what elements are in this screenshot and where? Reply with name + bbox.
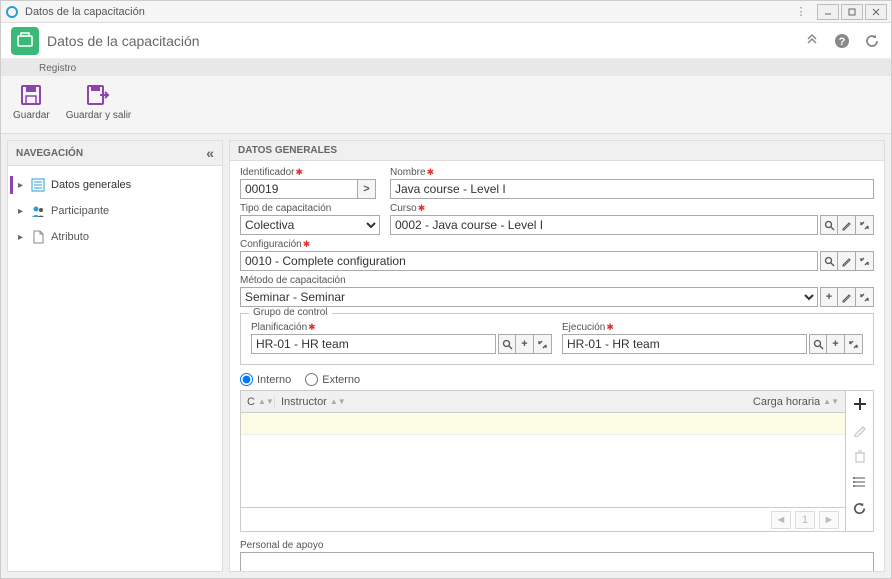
metodo-add-button[interactable]: + <box>820 287 838 307</box>
planif-label: Planificación✱ <box>251 322 552 333</box>
identificador-lookup-button[interactable]: > <box>358 179 376 199</box>
form-icon <box>31 178 45 192</box>
tipo-label: Tipo de capacitación <box>240 203 380 214</box>
page-header: Datos de la capacitación ? <box>1 23 891 59</box>
nombre-input[interactable] <box>390 179 874 199</box>
save-icon <box>18 82 44 108</box>
window-menu-icon[interactable]: ⋮ <box>793 5 809 18</box>
pager-page: 1 <box>795 511 815 529</box>
col-instructor[interactable]: Instructor▲▼ <box>275 396 739 408</box>
planif-input[interactable] <box>251 334 496 354</box>
metodo-select[interactable]: Seminar - Seminar <box>240 287 818 307</box>
table-pager: ◄ 1 ► <box>241 507 845 531</box>
minimize-button[interactable] <box>817 4 839 20</box>
config-search-button[interactable] <box>820 251 838 271</box>
grupo-control-fieldset: Grupo de control Planificación✱ + <box>240 313 874 365</box>
nav-label: Datos generales <box>51 179 131 191</box>
window-title: Datos de la capacitación <box>25 6 793 18</box>
instructor-table: C▲▼ Instructor▲▼ Carga horaria▲▼ ◄ 1 ► <box>240 390 874 532</box>
curso-edit-button[interactable] <box>838 215 856 235</box>
nav-item-participante[interactable]: ▸ Participante <box>8 198 222 224</box>
bullet-icon: ▸ <box>18 180 23 191</box>
ejec-add-button[interactable]: + <box>827 334 845 354</box>
table-delete-button[interactable] <box>851 447 869 465</box>
curso-expand-button[interactable] <box>856 215 874 235</box>
curso-label: Curso✱ <box>390 203 874 214</box>
nav-item-datos-generales[interactable]: ▸ Datos generales <box>8 172 222 198</box>
table-refresh-button[interactable] <box>851 499 869 517</box>
col-carga[interactable]: Carga horaria▲▼ <box>739 396 845 408</box>
bullet-icon: ▸ <box>18 232 23 243</box>
identificador-label: Identificador✱ <box>240 167 380 178</box>
personal-label: Personal de apoyo <box>240 540 874 551</box>
ejec-expand-button[interactable] <box>845 334 863 354</box>
metodo-label: Método de capacitación <box>240 275 874 286</box>
config-edit-button[interactable] <box>838 251 856 271</box>
tipo-select[interactable]: Colectiva <box>240 215 380 235</box>
save-button[interactable]: Guardar <box>9 80 54 125</box>
nombre-label: Nombre✱ <box>390 167 874 178</box>
ribbon: Guardar Guardar y salir <box>1 76 891 134</box>
page-title: Datos de la capacitación <box>47 33 803 49</box>
document-icon <box>31 230 45 244</box>
refresh-icon[interactable] <box>863 32 881 50</box>
externo-radio[interactable]: Externo <box>305 373 360 386</box>
planif-search-button[interactable] <box>498 334 516 354</box>
curso-input[interactable] <box>390 215 818 235</box>
titlebar: Datos de la capacitación ⋮ <box>1 1 891 23</box>
svg-text:?: ? <box>839 36 846 48</box>
config-label: Configuración✱ <box>240 239 874 250</box>
save-exit-label: Guardar y salir <box>66 110 132 121</box>
config-expand-button[interactable] <box>856 251 874 271</box>
app-icon <box>5 5 19 19</box>
nav-item-atributo[interactable]: ▸ Atributo <box>8 224 222 250</box>
table-add-button[interactable] <box>851 395 869 413</box>
content-panel: DATOS GENERALES Identificador✱ > Nombre✱ <box>229 140 885 572</box>
ejec-input[interactable] <box>562 334 807 354</box>
maximize-button[interactable] <box>841 4 863 20</box>
save-exit-button[interactable]: Guardar y salir <box>62 80 136 125</box>
help-icon[interactable]: ? <box>833 32 851 50</box>
people-icon <box>31 204 45 218</box>
ejec-search-button[interactable] <box>809 334 827 354</box>
ejec-label: Ejecución✱ <box>562 322 863 333</box>
metodo-edit-button[interactable] <box>838 287 856 307</box>
table-row[interactable] <box>241 413 845 435</box>
interno-radio[interactable]: Interno <box>240 373 291 386</box>
bullet-icon: ▸ <box>18 206 23 217</box>
save-label: Guardar <box>13 110 50 121</box>
planif-expand-button[interactable] <box>534 334 552 354</box>
collapse-up-icon[interactable] <box>803 32 821 50</box>
ribbon-tabs: Registro <box>1 59 891 76</box>
source-radio-group: Interno Externo <box>240 373 874 386</box>
table-list-button[interactable] <box>851 473 869 491</box>
planif-add-button[interactable]: + <box>516 334 534 354</box>
nav-label: Participante <box>51 205 109 217</box>
nav-header: NAVEGACIÓN « <box>8 141 222 166</box>
close-button[interactable] <box>865 4 887 20</box>
nav-panel: NAVEGACIÓN « ▸ Datos generales ▸ Partici… <box>7 140 223 572</box>
config-input[interactable] <box>240 251 818 271</box>
section-title: DATOS GENERALES <box>230 141 884 161</box>
save-exit-icon <box>85 82 111 108</box>
nav-label: Atributo <box>51 231 89 243</box>
table-edit-button[interactable] <box>851 421 869 439</box>
pager-prev-button[interactable]: ◄ <box>771 511 791 529</box>
ribbon-tab-registro[interactable]: Registro <box>31 61 84 76</box>
pager-next-button[interactable]: ► <box>819 511 839 529</box>
module-icon <box>11 27 39 55</box>
metodo-expand-button[interactable] <box>856 287 874 307</box>
col-c[interactable]: C▲▼ <box>241 396 275 408</box>
nav-title: NAVEGACIÓN <box>16 148 83 159</box>
identificador-input[interactable] <box>240 179 358 199</box>
grupo-legend: Grupo de control <box>249 307 332 318</box>
personal-input[interactable] <box>240 552 874 572</box>
curso-search-button[interactable] <box>820 215 838 235</box>
nav-collapse-icon[interactable]: « <box>206 145 214 161</box>
